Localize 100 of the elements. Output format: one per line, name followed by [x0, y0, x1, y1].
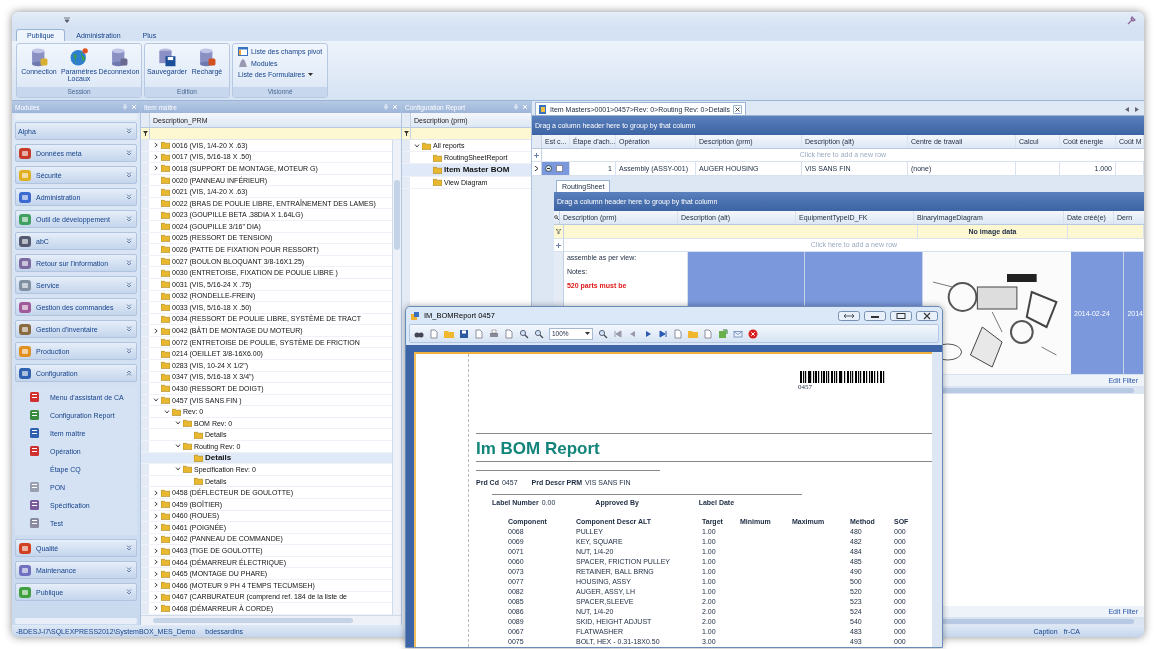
- collapse-caret-icon[interactable]: [153, 397, 159, 403]
- previous-page-icon[interactable]: [628, 328, 638, 339]
- module-icon: [18, 168, 33, 182]
- module-icon: [18, 234, 33, 248]
- module-icon: [18, 190, 33, 204]
- module-icon: [18, 366, 33, 380]
- module-icon: [18, 322, 33, 336]
- expand-caret-icon[interactable]: [153, 559, 159, 566]
- add-row-icon: [556, 242, 561, 248]
- expand-caret-icon[interactable]: [153, 512, 159, 519]
- database-icon: [109, 47, 129, 67]
- caret-icon: [585, 331, 590, 336]
- filter-icon[interactable]: [142, 131, 148, 136]
- expand-caret-icon[interactable]: [153, 582, 159, 589]
- module-icon: [18, 278, 33, 292]
- module-icon: [18, 256, 33, 270]
- close-icon[interactable]: [732, 104, 742, 114]
- module-item-icon: [29, 481, 40, 493]
- document-icon: [539, 104, 547, 114]
- expand-chevron-icon[interactable]: [126, 260, 132, 266]
- expand-chevron-icon[interactable]: [126, 304, 132, 310]
- current-row-icon: [534, 166, 539, 171]
- module-icon: [18, 300, 33, 314]
- scrollbar[interactable]: [932, 352, 942, 647]
- expand-caret-icon[interactable]: [153, 570, 159, 577]
- expand-chevron-icon[interactable]: [126, 172, 132, 178]
- module-icon: [18, 344, 33, 358]
- expand-caret-icon[interactable]: [153, 535, 159, 542]
- module-icon: [18, 563, 33, 577]
- first-page-icon[interactable]: [613, 328, 623, 339]
- page-icon[interactable]: [673, 328, 683, 339]
- expand-caret-icon[interactable]: [153, 142, 159, 149]
- database-icon: [29, 47, 49, 67]
- expand-chevron-icon[interactable]: [126, 282, 132, 288]
- magnifier-icon[interactable]: [534, 328, 544, 339]
- expand-caret-icon[interactable]: [153, 153, 159, 160]
- collapse-icon[interactable]: [545, 165, 552, 172]
- search-icon[interactable]: [554, 215, 559, 220]
- module-item-icon: [29, 517, 40, 529]
- printer-icon[interactable]: [489, 328, 499, 339]
- expand-chevron-icon[interactable]: [126, 128, 132, 134]
- stop-icon[interactable]: [748, 328, 758, 339]
- dropdown-arrow-icon[interactable]: [64, 17, 70, 23]
- caret-icon: [307, 72, 313, 77]
- expand-caret-icon[interactable]: [153, 327, 159, 334]
- magnifier-icon[interactable]: [598, 328, 608, 339]
- expand-caret-icon[interactable]: [153, 547, 159, 554]
- module-icon: [18, 541, 33, 555]
- save-icon[interactable]: [459, 328, 469, 339]
- module-icon: [18, 212, 33, 226]
- expand-caret-icon[interactable]: [153, 593, 159, 600]
- expand-chevron-icon[interactable]: [126, 194, 132, 200]
- page-icon[interactable]: [474, 328, 484, 339]
- module-icon: [18, 585, 33, 599]
- expand-caret-icon[interactable]: [153, 605, 159, 612]
- magnifier-icon[interactable]: [519, 328, 529, 339]
- export-icon[interactable]: [718, 328, 728, 339]
- page-icon[interactable]: [703, 328, 713, 339]
- expand-chevron-icon[interactable]: [126, 545, 132, 551]
- report-title: Im BOM Report: [476, 434, 932, 462]
- report-icon: [410, 310, 420, 321]
- maximize-icon[interactable]: [890, 310, 912, 321]
- collapse-caret-icon[interactable]: [175, 443, 181, 450]
- save-icon: [157, 47, 177, 67]
- module-item-icon: [29, 499, 40, 511]
- expand-chevron-icon[interactable]: [126, 150, 132, 156]
- minimize-icon[interactable]: [864, 310, 886, 321]
- expand-chevron-icon[interactable]: [126, 348, 132, 354]
- collapse-caret-icon[interactable]: [175, 466, 181, 473]
- page-icon[interactable]: [504, 328, 514, 339]
- collapse-caret-icon[interactable]: [414, 142, 420, 149]
- module-item-icon: [29, 427, 40, 439]
- module-item-icon: [29, 391, 40, 403]
- expand-chevron-icon[interactable]: [126, 216, 132, 222]
- expand-caret-icon[interactable]: [153, 501, 159, 508]
- expand-chevron-icon[interactable]: [126, 589, 132, 595]
- scroll-right-icon[interactable]: [1135, 107, 1139, 112]
- scroll-left-icon[interactable]: [1125, 107, 1129, 112]
- scrollbar[interactable]: [141, 615, 401, 625]
- module-icon: [18, 146, 33, 160]
- database-icon: [197, 47, 217, 67]
- close-icon[interactable]: [916, 310, 938, 321]
- filter-icon[interactable]: [403, 131, 409, 136]
- collapse-chevron-icon[interactable]: [126, 370, 132, 376]
- expand-chevron-icon[interactable]: [126, 326, 132, 332]
- tree-item[interactable]: Item Master BOM: [402, 164, 531, 177]
- collapse-caret-icon[interactable]: [175, 420, 181, 427]
- expand-chevron-icon[interactable]: [126, 238, 132, 244]
- scrollbar[interactable]: [392, 140, 401, 615]
- collapse-caret-icon[interactable]: [164, 408, 170, 415]
- last-page-icon[interactable]: [658, 328, 668, 339]
- next-page-icon[interactable]: [643, 328, 653, 339]
- expand-chevron-icon[interactable]: [126, 567, 132, 573]
- expand-caret-icon[interactable]: [153, 524, 159, 531]
- tools-icon[interactable]: [1127, 15, 1136, 25]
- mail-icon[interactable]: [733, 328, 743, 339]
- expand-caret-icon[interactable]: [153, 165, 159, 172]
- checkbox[interactable]: [556, 165, 563, 172]
- expand-caret-icon[interactable]: [153, 489, 159, 496]
- page-icon[interactable]: [429, 328, 439, 339]
